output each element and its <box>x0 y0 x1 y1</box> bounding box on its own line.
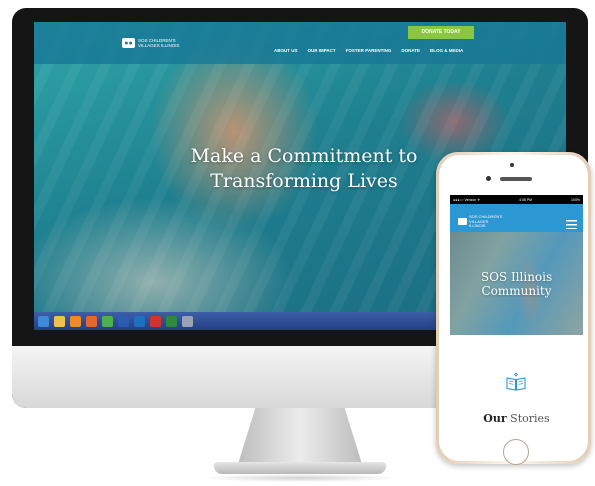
nav-blog-media[interactable]: BLOG & MEDIA <box>430 48 463 53</box>
open-book-icon <box>506 372 526 391</box>
excel-icon[interactable] <box>166 315 177 327</box>
mobile-hero: SOS Illinois Community <box>450 232 583 335</box>
logo-text: SOS CHILDREN'S VILLAGES ILLINOIS <box>138 38 180 48</box>
monitor-shadow <box>200 474 400 482</box>
main-nav: ABOUT US OUR IMPACT FOSTER PARENTING DON… <box>274 48 463 53</box>
mobile-hero-line-2: Community <box>481 284 552 298</box>
donate-today-button[interactable]: DONATE TODAY <box>408 26 474 39</box>
mobile-logo[interactable]: SOS CHILDREN'S VILLAGES ILLINOIS <box>458 214 503 229</box>
chrome-icon[interactable] <box>102 315 113 327</box>
our-stories-rest: Stories <box>510 412 550 425</box>
carrier-signal: ●●●○○ Verizon ✈ <box>453 197 481 202</box>
hero-title-line-1: Make a Commitment to <box>190 145 418 167</box>
mobile-content: Our Stories <box>450 335 583 435</box>
phone-device: ●●●○○ Verizon ✈ 4:08 PM 100% SOS CHILDRE… <box>436 152 591 465</box>
earpiece-speaker <box>500 177 532 181</box>
outlook-icon[interactable] <box>134 315 145 327</box>
battery-level: 100% <box>571 197 580 202</box>
ie-icon[interactable] <box>38 315 49 327</box>
mobile-logo-icon <box>458 218 467 226</box>
home-button[interactable] <box>503 439 529 465</box>
status-time: 4:08 PM <box>519 197 533 202</box>
our-stories-heading: Our Stories <box>450 412 583 425</box>
nav-our-impact[interactable]: OUR IMPACT <box>308 48 336 53</box>
hero-title: Make a Commitment to Transforming Lives <box>134 144 474 194</box>
media-icon[interactable] <box>70 315 81 327</box>
site-header: DONATE TODAY ●● SOS CHILDREN'S VILLAGES … <box>34 22 566 64</box>
our-stories-emph: Our <box>483 412 507 425</box>
mobile-hero-line-1: SOS Illinois <box>480 270 553 284</box>
nav-donate[interactable]: DONATE <box>401 48 420 53</box>
word-icon[interactable] <box>118 315 129 327</box>
mobile-logo-text: SOS CHILDREN'S VILLAGES ILLINOIS <box>469 214 503 228</box>
mobile-hero-title: SOS Illinois Community <box>450 270 583 298</box>
mobile-header: SOS CHILDREN'S VILLAGES ILLINOIS <box>450 204 583 232</box>
site-logo[interactable]: ●● SOS CHILDREN'S VILLAGES ILLINOIS <box>122 38 188 48</box>
app-icon[interactable] <box>182 315 193 327</box>
logo-icon: ●● <box>122 38 135 48</box>
phone-screen: ●●●○○ Verizon ✈ 4:08 PM 100% SOS CHILDRE… <box>450 195 583 435</box>
sensor-icon <box>486 176 491 181</box>
folder-icon[interactable] <box>54 315 65 327</box>
hero-title-line-2: Transforming Lives <box>210 170 398 192</box>
front-camera-icon <box>510 163 514 167</box>
nav-foster-parenting[interactable]: FOSTER PARENTING <box>346 48 392 53</box>
monitor-stand-neck <box>238 408 362 464</box>
nav-about-us[interactable]: ABOUT US <box>274 48 298 53</box>
phone-face: ●●●○○ Verizon ✈ 4:08 PM 100% SOS CHILDRE… <box>439 155 588 465</box>
hamburger-menu-icon[interactable] <box>566 220 577 229</box>
status-bar: ●●●○○ Verizon ✈ 4:08 PM 100% <box>450 195 583 204</box>
firefox-icon[interactable] <box>86 315 97 327</box>
opera-icon[interactable] <box>150 315 161 327</box>
monitor-stand-base <box>214 462 386 474</box>
